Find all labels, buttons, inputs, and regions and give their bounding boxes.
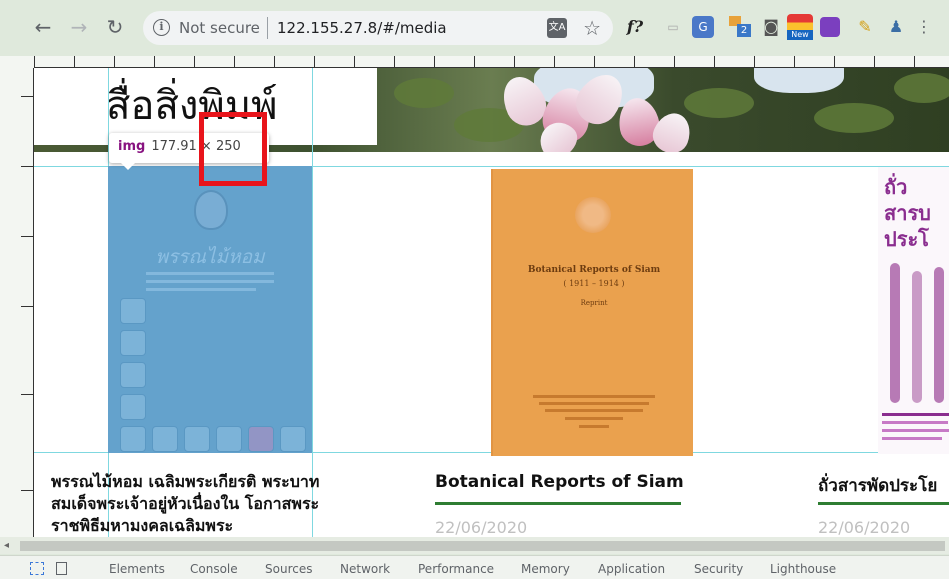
camera-icon[interactable]: ◙ — [758, 14, 784, 40]
tab-security[interactable]: Security — [694, 562, 743, 576]
page-viewport: สื่อสิ่งพิมพ์ พรรณไม้หอม Botanical Repor… — [0, 56, 949, 537]
horizontal-scrollbar[interactable]: ◂ — [0, 537, 949, 554]
tabs-extension-badge: 2 — [737, 24, 751, 37]
item-date: 22/06/2020 — [818, 518, 911, 537]
tab-application[interactable]: Application — [598, 562, 665, 576]
ruler-tick — [21, 236, 33, 237]
purple-extension-icon[interactable] — [820, 17, 840, 37]
inspector-guide-vertical — [312, 68, 313, 537]
more-extension-icon[interactable]: ⋮ — [911, 14, 937, 40]
inspector-overlay — [108, 166, 312, 453]
ruler-tick — [21, 306, 33, 307]
item-date: 22/06/2020 — [435, 518, 528, 537]
security-label: Not secure — [179, 19, 260, 37]
item-title[interactable]: Botanical Reports of Siam — [435, 472, 684, 492]
ruler-tick — [21, 166, 33, 167]
tab-memory[interactable]: Memory — [521, 562, 570, 576]
title-underline — [435, 502, 681, 505]
book-cover-bean[interactable]: ถั่ว สารบ ประโ — [878, 167, 949, 454]
formula-extension-label: f? — [626, 17, 644, 36]
emblem-icon — [575, 197, 611, 233]
address-separator — [267, 17, 268, 39]
url-text[interactable]: 122.155.27.8/#/media — [277, 19, 447, 37]
new-extension-icon[interactable]: New — [787, 14, 813, 40]
ruler-tick — [21, 96, 33, 97]
info-icon[interactable]: i — [153, 19, 170, 36]
bookmark-star-icon[interactable]: ☆ — [583, 16, 601, 40]
reload-icon[interactable]: ↻ — [102, 14, 128, 40]
formula-extension-icon[interactable]: f? — [622, 14, 648, 40]
devtools-tabbar: Elements Console Sources Network Perform… — [0, 555, 949, 579]
blank-extension-icon[interactable]: ▭ — [660, 14, 686, 40]
tab-sources[interactable]: Sources — [265, 562, 312, 576]
tab-performance[interactable]: Performance — [418, 562, 494, 576]
left-ruler — [21, 68, 34, 537]
cover-subtitle: Reprint — [580, 299, 608, 307]
tooltip-tag: img — [118, 139, 146, 154]
book-cover-fragrant-plants[interactable]: พรรณไม้หอม — [108, 166, 312, 453]
back-icon[interactable]: ← — [30, 14, 56, 40]
annotation-highlight-box — [199, 112, 267, 186]
tab-elements[interactable]: Elements — [109, 562, 165, 576]
media-page: สื่อสิ่งพิมพ์ พรรณไม้หอม Botanical Repor… — [34, 68, 949, 537]
pencil-extension-icon[interactable]: ✎ — [852, 14, 878, 40]
tab-console[interactable]: Console — [190, 562, 238, 576]
ruler-tick — [21, 394, 33, 395]
inspect-element-icon[interactable] — [30, 562, 44, 575]
profile-extension-icon[interactable]: ♟ — [883, 14, 909, 40]
scroll-left-icon[interactable]: ◂ — [4, 537, 9, 554]
title-underline — [818, 502, 949, 505]
cover-title: ประโ — [884, 227, 929, 251]
tab-network[interactable]: Network — [340, 562, 390, 576]
item-title[interactable]: พรรณไม้หอม เฉลิมพระเกียรติ พระบาทสมเด็จพ… — [51, 471, 336, 537]
item-title[interactable]: ถั่วสารพัดประโย — [818, 472, 937, 499]
new-badge: New — [787, 30, 813, 40]
device-toolbar-icon[interactable] — [56, 562, 67, 575]
top-ruler — [34, 56, 949, 68]
cover-years: ( 1911 – 1914 ) — [563, 279, 625, 288]
tabs-extension-icon[interactable]: 2 — [727, 14, 753, 40]
book-cover-botanical-reports[interactable]: Botanical Reports of Siam ( 1911 – 1914 … — [491, 169, 693, 456]
cover-title: Botanical Reports of Siam — [527, 265, 661, 275]
forward-icon[interactable]: → — [66, 14, 92, 40]
browser-toolbar: ← → ↻ i Not secure 122.155.27.8/#/media … — [0, 0, 949, 56]
translate-icon[interactable]: 文A — [547, 18, 567, 38]
scrollbar-thumb[interactable] — [20, 541, 945, 551]
ruler-tick — [21, 490, 33, 491]
address-bar[interactable]: i Not secure 122.155.27.8/#/media 文A ☆ — [143, 11, 613, 45]
tab-lighthouse[interactable]: Lighthouse — [770, 562, 836, 576]
google-translate-extension-icon[interactable]: G — [692, 16, 714, 38]
